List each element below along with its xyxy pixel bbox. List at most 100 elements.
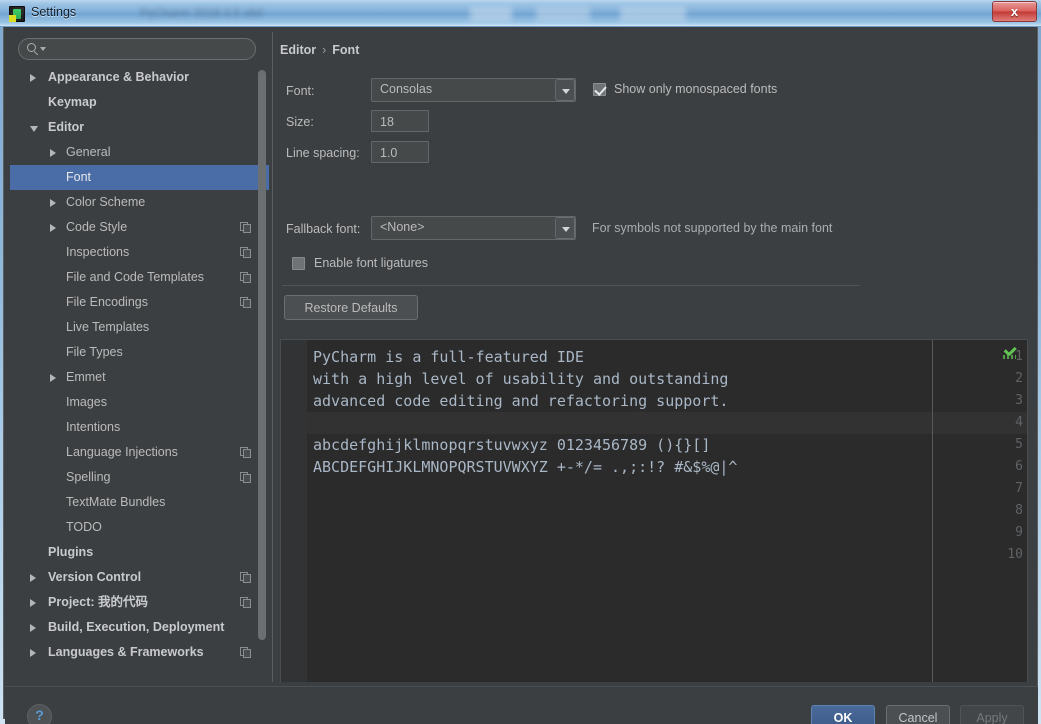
help-button[interactable]: ? xyxy=(27,704,52,724)
right-margin-guide xyxy=(932,340,933,682)
sidebar-item-languages-frameworks[interactable]: Languages & Frameworks xyxy=(10,640,269,665)
show-monospaced-checkbox[interactable] xyxy=(593,83,606,96)
breadcrumb-leaf: Font xyxy=(332,43,360,57)
sidebar-item-file-encodings[interactable]: File Encodings xyxy=(10,290,269,315)
breadcrumb-separator: › xyxy=(322,43,327,57)
sidebar-item-label: Keymap xyxy=(48,95,97,109)
line-spacing-input[interactable] xyxy=(378,142,430,164)
sidebar-item-spelling[interactable]: Spelling xyxy=(10,465,269,490)
sidebar-item-todo[interactable]: TODO xyxy=(10,515,269,540)
copy-pages-icon xyxy=(240,247,251,258)
title-watermark: PyCharm 2018.3.5 x64 xyxy=(140,6,263,20)
sidebar-item-label: Intentions xyxy=(66,420,121,434)
sidebar-item-emmet[interactable]: Emmet xyxy=(10,365,269,390)
title-blur-artifact xyxy=(470,7,770,21)
line-spacing-field[interactable] xyxy=(371,141,430,164)
chevron-down-icon[interactable] xyxy=(30,126,38,132)
chevron-right-icon[interactable] xyxy=(30,599,36,607)
ok-button[interactable]: OK xyxy=(811,705,875,724)
font-size-field[interactable] xyxy=(371,110,430,133)
settings-window: Settings PyCharm 2018.3.5 x64 x Appearan… xyxy=(0,0,1041,724)
sidebar-item-label: File and Code Templates xyxy=(66,270,205,284)
sidebar-item-label: Languages & Frameworks xyxy=(48,645,204,659)
sidebar-item-file-types[interactable]: File Types xyxy=(10,340,269,365)
sidebar-scrollbar-thumb[interactable] xyxy=(258,70,266,640)
sidebar-item-code-style[interactable]: Code Style xyxy=(10,215,269,240)
breadcrumb-root[interactable]: Editor xyxy=(280,43,316,57)
dialog-footer: ? OK Cancel Apply @51CTO博客 xyxy=(5,686,1038,724)
sidebar-item-plugins[interactable]: Plugins xyxy=(10,540,269,565)
fallback-font-combobox[interactable]: <None> xyxy=(371,216,576,240)
sidebar-item-label: Font xyxy=(66,170,92,184)
settings-dialog: Appearance & Behavior Keymap Editor General… xyxy=(3,27,1038,724)
sidebar-item-file-and-code-templates[interactable]: File and Code Templates xyxy=(10,265,269,290)
chevron-right-icon[interactable] xyxy=(50,224,56,232)
preview-code-area[interactable]: PyCharm is a full-featured IDE with a hig… xyxy=(307,340,1027,682)
chevron-down-icon[interactable] xyxy=(555,217,575,239)
sidebar-item-textmate-bundles[interactable]: TextMate Bundles xyxy=(10,490,269,515)
sidebar-item-project[interactable]: Project: 我的代码 xyxy=(10,590,269,615)
sidebar-item-keymap[interactable]: Keymap xyxy=(10,90,269,115)
close-button[interactable]: x xyxy=(992,1,1037,22)
chevron-down-icon[interactable] xyxy=(40,47,46,51)
sidebar-item-label: Plugins xyxy=(48,545,94,559)
sidebar-item-inspections[interactable]: Inspections xyxy=(10,240,269,265)
panel-splitter[interactable] xyxy=(272,32,273,682)
sidebar-item-version-control[interactable]: Version Control xyxy=(10,565,269,590)
copy-pages-icon xyxy=(240,572,251,583)
inspection-ok-icon[interactable] xyxy=(1003,346,1017,360)
sidebar-item-label: TODO xyxy=(66,520,102,534)
chevron-right-icon[interactable] xyxy=(30,649,36,657)
search-box[interactable] xyxy=(18,38,256,60)
sidebar-item-color-scheme[interactable]: Color Scheme xyxy=(10,190,269,215)
copy-pages-icon xyxy=(240,472,251,483)
chevron-right-icon[interactable] xyxy=(50,199,56,207)
font-family-value: Consolas xyxy=(380,82,433,96)
enable-ligatures-checkbox[interactable] xyxy=(292,257,305,270)
chevron-right-icon[interactable] xyxy=(30,624,36,632)
sidebar-item-font[interactable]: Font xyxy=(10,165,269,190)
search-input[interactable] xyxy=(48,40,252,60)
sidebar-item-editor[interactable]: Editor xyxy=(10,115,269,140)
sidebar-item-appearance-behavior[interactable]: Appearance & Behavior xyxy=(10,65,269,90)
chevron-right-icon[interactable] xyxy=(30,74,36,82)
font-family-combobox[interactable]: Consolas xyxy=(371,78,576,102)
sidebar-item-label: General xyxy=(66,145,111,159)
preview-code-line: advanced code editing and refactoring su… xyxy=(313,392,729,410)
sidebar-item-label: File Encodings xyxy=(66,295,148,309)
font-size-input[interactable] xyxy=(378,111,430,133)
search-icon-handle xyxy=(33,51,39,56)
restore-defaults-button[interactable]: Restore Defaults xyxy=(284,295,418,320)
question-mark-icon: ? xyxy=(35,707,44,723)
chevron-right-icon[interactable] xyxy=(30,574,36,582)
sidebar-scrollbar-track[interactable] xyxy=(258,68,266,680)
font-settings-panel: Editor › Font Font: Consolas Show only mon… xyxy=(276,32,1032,682)
sidebar-item-label: File Types xyxy=(66,345,123,359)
sidebar-item-label: Editor xyxy=(48,120,85,134)
preview-code-line: PyCharm is a full-featured IDE xyxy=(313,348,584,366)
sidebar-item-label: Emmet xyxy=(66,370,106,384)
cancel-button[interactable]: Cancel xyxy=(886,705,950,724)
sidebar-item-images[interactable]: Images xyxy=(10,390,269,415)
settings-sidebar: Appearance & Behavior Keymap Editor General… xyxy=(10,32,269,682)
chevron-down-icon[interactable] xyxy=(555,79,575,101)
sidebar-item-build-execution-deployment[interactable]: Build, Execution, Deployment xyxy=(10,615,269,640)
sidebar-item-label: Spelling xyxy=(66,470,111,484)
sidebar-item-label: Images xyxy=(66,395,107,409)
size-label: Size: xyxy=(286,115,314,129)
sidebar-item-intentions[interactable]: Intentions xyxy=(10,415,269,440)
copy-pages-icon xyxy=(240,597,251,608)
close-icon: x xyxy=(1010,4,1019,19)
chevron-right-icon[interactable] xyxy=(50,149,56,157)
sidebar-item-live-templates[interactable]: Live Templates xyxy=(10,315,269,340)
sidebar-item-label: Appearance & Behavior xyxy=(48,70,190,84)
chevron-right-icon[interactable] xyxy=(50,374,56,382)
sidebar-item-label: Version Control xyxy=(48,570,142,584)
sidebar-item-label: Code Style xyxy=(66,220,128,234)
font-preview-editor[interactable]: 1 2 3 4 5 6 7 8 9 10 PyCharm is a full-featured I… xyxy=(280,339,1028,682)
sidebar-item-general[interactable]: General xyxy=(10,140,269,165)
breadcrumb: Editor › Font xyxy=(280,43,359,57)
fallback-font-hint: For symbols not supported by the main fo… xyxy=(592,221,833,235)
sidebar-item-language-injections[interactable]: Language Injections xyxy=(10,440,269,465)
search-field-wrap xyxy=(18,38,256,60)
